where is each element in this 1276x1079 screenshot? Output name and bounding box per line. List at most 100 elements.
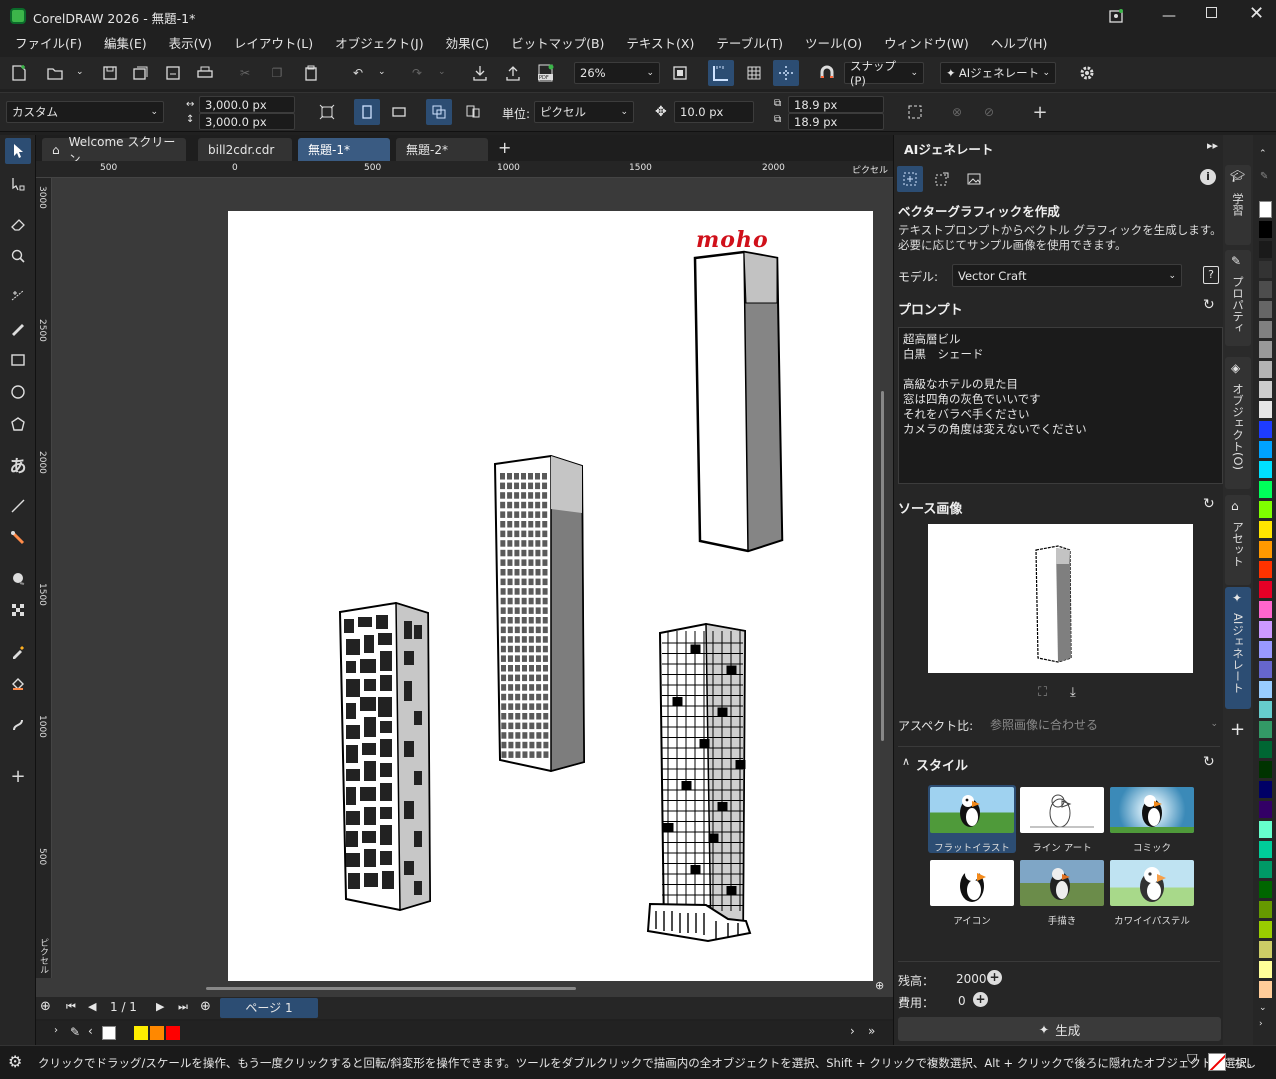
scroll-left-icon[interactable]: ‹ [88, 1024, 93, 1038]
style-comic[interactable] [1110, 787, 1194, 833]
eyedropper-tool-icon[interactable] [5, 639, 31, 665]
maximize-button[interactable] [1206, 7, 1217, 18]
add-docker-icon[interactable]: + [1230, 719, 1245, 740]
menu-bitmaps[interactable]: ビットマップ(B) [500, 32, 615, 56]
duplicate-x-field[interactable]: 18.9 px [788, 96, 884, 113]
palette-swatch[interactable] [1259, 761, 1272, 778]
minimize-button[interactable]: — [1162, 8, 1176, 24]
publish-pdf-icon[interactable]: PDF [533, 60, 559, 86]
palette-swatch[interactable] [1259, 561, 1272, 578]
close-button[interactable]: ✕ [1249, 3, 1264, 24]
navigator-icon[interactable]: ⊕ [875, 979, 884, 992]
palette-swatch[interactable] [1259, 701, 1272, 718]
redo-icon[interactable]: ↷ [404, 60, 430, 86]
add-page-after-icon[interactable]: ⊕ [200, 999, 211, 1014]
import-source-icon[interactable]: ⤓ [1070, 685, 1076, 700]
open-icon[interactable] [42, 60, 68, 86]
palette-swatch[interactable] [1259, 821, 1272, 838]
undo-icon[interactable]: ↶ [345, 60, 371, 86]
status-settings-icon[interactable]: ⚙ [8, 1052, 22, 1071]
crop-source-icon[interactable]: ⛶ [1038, 685, 1047, 700]
tab-bill2cdr[interactable]: bill2cdr.cdr [198, 138, 292, 161]
shape-tool-icon[interactable] [5, 171, 31, 197]
scroll-right-icon[interactable]: › [850, 1024, 855, 1038]
palette-swatch[interactable] [1259, 341, 1272, 358]
drop-shadow-tool-icon[interactable] [5, 565, 31, 591]
parallel-dimension-tool-icon[interactable] [5, 493, 31, 519]
palette-swatch[interactable] [1259, 981, 1272, 998]
palette-scroll-up-icon[interactable]: ⌃ [1259, 149, 1267, 159]
palette-swatch[interactable] [1259, 221, 1272, 238]
print-icon[interactable] [192, 60, 218, 86]
add-credits-icon[interactable]: + [987, 970, 1002, 985]
collapse-panel-icon[interactable]: ▸▸ [1207, 139, 1218, 152]
save-icon[interactable] [97, 60, 123, 86]
menu-window[interactable]: ウィンドウ(W) [873, 32, 980, 56]
palette-swatch[interactable] [1259, 661, 1272, 678]
polygon-tool-icon[interactable] [5, 411, 31, 437]
image-to-vector-icon[interactable] [929, 166, 955, 192]
export-icon[interactable] [500, 60, 526, 86]
building-grid-windows[interactable] [493, 454, 586, 773]
fill-bucket-icon[interactable]: ⛉ [1187, 1052, 1198, 1068]
portrait-icon[interactable] [354, 99, 380, 125]
landscape-icon[interactable] [386, 99, 412, 125]
docker-tab-assets[interactable]: ⌂ アセット [1225, 495, 1251, 585]
rectangle-tool-icon[interactable] [5, 347, 31, 373]
palette-swatch[interactable] [1259, 361, 1272, 378]
tab-untitled-2[interactable]: 無題-2* [396, 138, 488, 161]
snap-to-select[interactable]: スナップ(P) ⌄ [844, 59, 924, 88]
first-page-icon[interactable]: ⏮ [66, 1000, 76, 1014]
palette-swatch[interactable] [1259, 241, 1272, 258]
last-page-icon[interactable]: ⏭ [178, 1000, 188, 1014]
new-document-icon[interactable] [6, 60, 32, 86]
palette-swatch[interactable] [1259, 441, 1272, 458]
docker-tab-objects[interactable]: ◈ オブジェクト(O) [1225, 357, 1251, 489]
tab-welcome[interactable]: ⌂ Welcome スクリーン [42, 135, 186, 166]
palette-swatch[interactable] [1259, 641, 1272, 658]
palette-expand-icon[interactable]: › [1259, 1019, 1263, 1029]
next-page-icon[interactable]: ▶ [156, 1000, 164, 1013]
import-icon[interactable] [467, 60, 493, 86]
page-width-field[interactable]: 3,000.0 px [199, 96, 295, 113]
palette-swatch[interactable] [1259, 401, 1272, 418]
unlock-icon[interactable]: ⊘ [976, 99, 1002, 125]
settings-gear-icon[interactable] [1074, 60, 1100, 86]
palette-swatch[interactable] [1259, 841, 1272, 858]
prompt-textarea[interactable]: 超高層ビル 白黒 シェード 高級なホテルの見た目 窓は四角の灰色でいいです それ… [898, 327, 1223, 484]
page-tab[interactable]: ページ 1 [220, 998, 318, 1018]
collapse-style-icon[interactable]: ∧ [902, 755, 910, 768]
treat-as-filled-icon[interactable] [902, 99, 928, 125]
reset-source-icon[interactable]: ↻ [1203, 496, 1215, 512]
eraser-tool-icon[interactable] [5, 211, 31, 237]
style-hand-drawn[interactable] [1020, 860, 1104, 906]
menu-view[interactable]: 表示(V) [158, 32, 223, 56]
text-to-vector-icon[interactable] [897, 166, 923, 192]
palette-swatch[interactable] [1259, 881, 1272, 898]
dimension-tool-icon[interactable] [5, 283, 31, 309]
swatch-orange[interactable] [150, 1026, 164, 1040]
reset-prompt-icon[interactable]: ↻ [1203, 297, 1215, 313]
palette-swatch[interactable] [1259, 801, 1272, 818]
zoom-tool-icon[interactable] [5, 243, 31, 269]
page-preset-select[interactable]: カスタム ⌄ [6, 101, 164, 123]
document-page[interactable]: moho [228, 211, 873, 981]
nudge-distance-field[interactable]: 10.0 px [674, 101, 754, 123]
guidelines-toggle-icon[interactable] [773, 60, 799, 86]
smart-fill-tool-icon[interactable] [5, 711, 31, 737]
reset-style-icon[interactable]: ↻ [1203, 754, 1215, 770]
menu-file[interactable]: ファイル(F) [4, 32, 93, 56]
rulers-toggle-icon[interactable] [708, 60, 734, 86]
eyedropper-icon[interactable]: ✎ [70, 1025, 80, 1039]
palette-swatch[interactable] [1259, 501, 1272, 518]
menu-effects[interactable]: 効果(C) [435, 32, 500, 56]
palette-swatch[interactable] [1259, 421, 1272, 438]
swatch-red[interactable] [166, 1026, 180, 1040]
add-page-icon[interactable]: ⊕ [40, 999, 51, 1014]
docker-tab-ai-generate[interactable]: ✦ AIジェネレート [1225, 587, 1251, 709]
interactive-fill-tool-icon[interactable] [5, 671, 31, 697]
palette-swatch[interactable] [1259, 721, 1272, 738]
swatch-none[interactable] [102, 1026, 116, 1040]
model-help-icon[interactable]: ? [1203, 266, 1219, 284]
fill-none-swatch[interactable] [1208, 1053, 1226, 1071]
